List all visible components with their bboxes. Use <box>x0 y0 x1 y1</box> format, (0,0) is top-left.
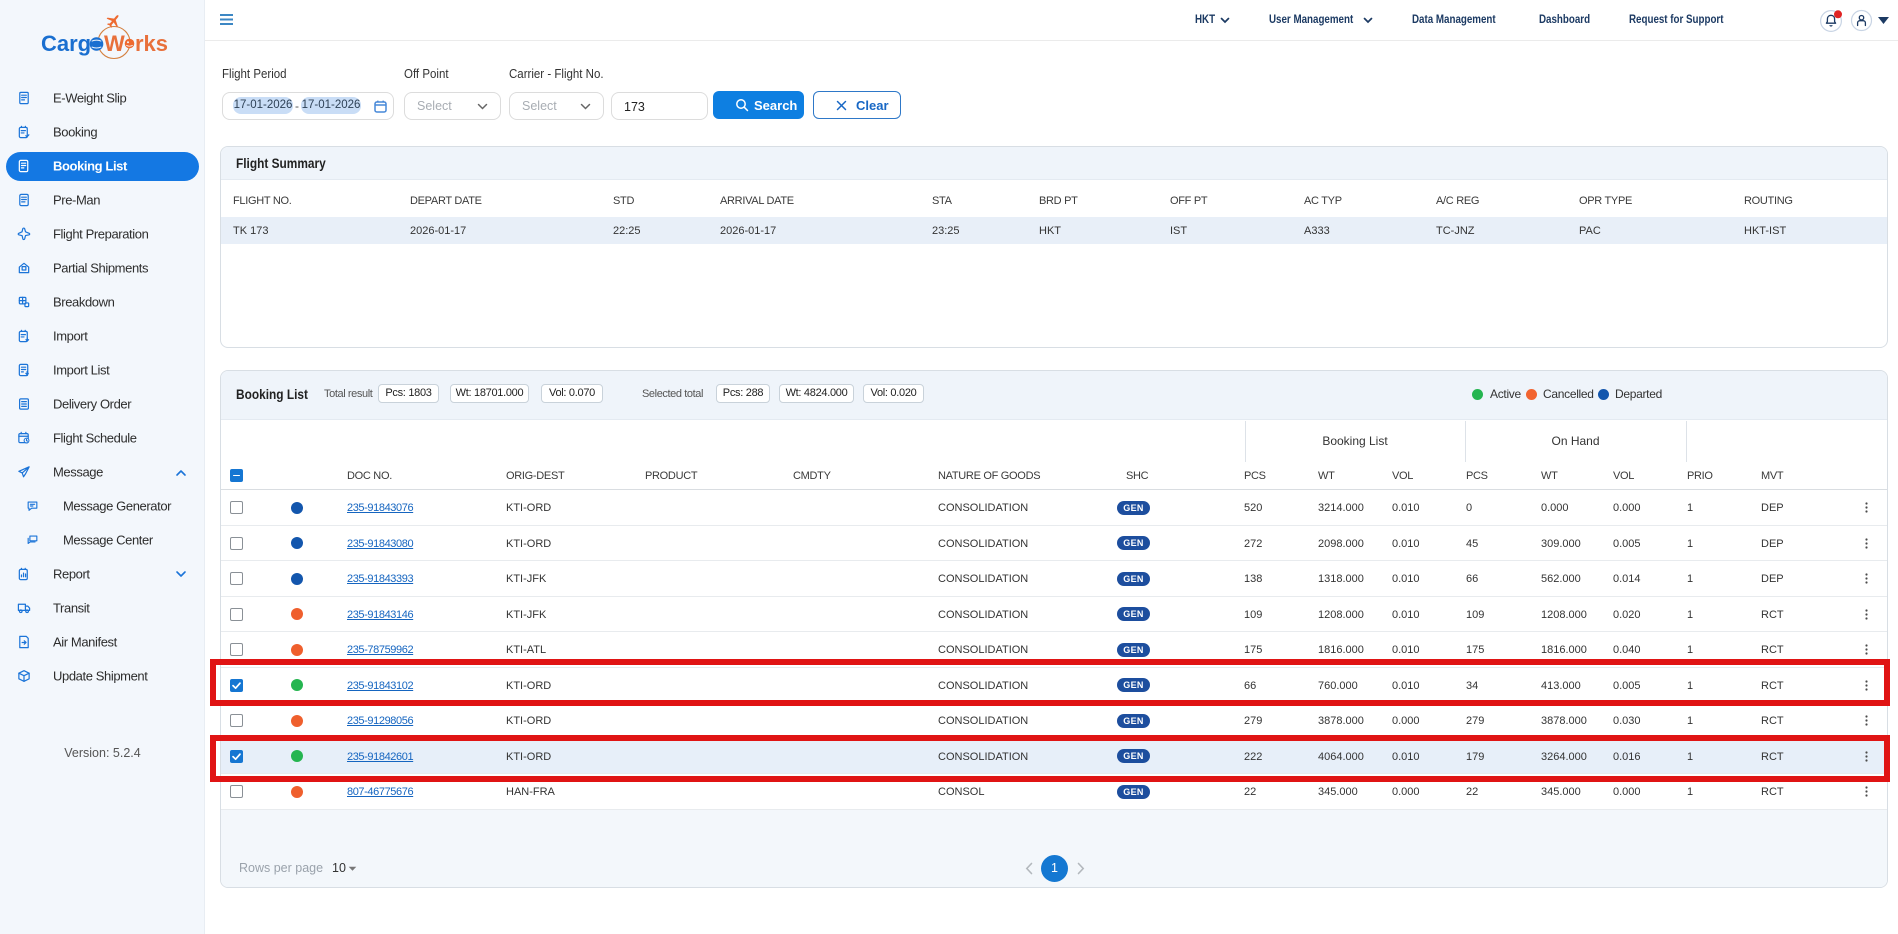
svg-text:Carg: Carg <box>41 31 91 56</box>
svg-text:rks: rks <box>135 31 168 56</box>
svg-text:W: W <box>104 31 125 56</box>
